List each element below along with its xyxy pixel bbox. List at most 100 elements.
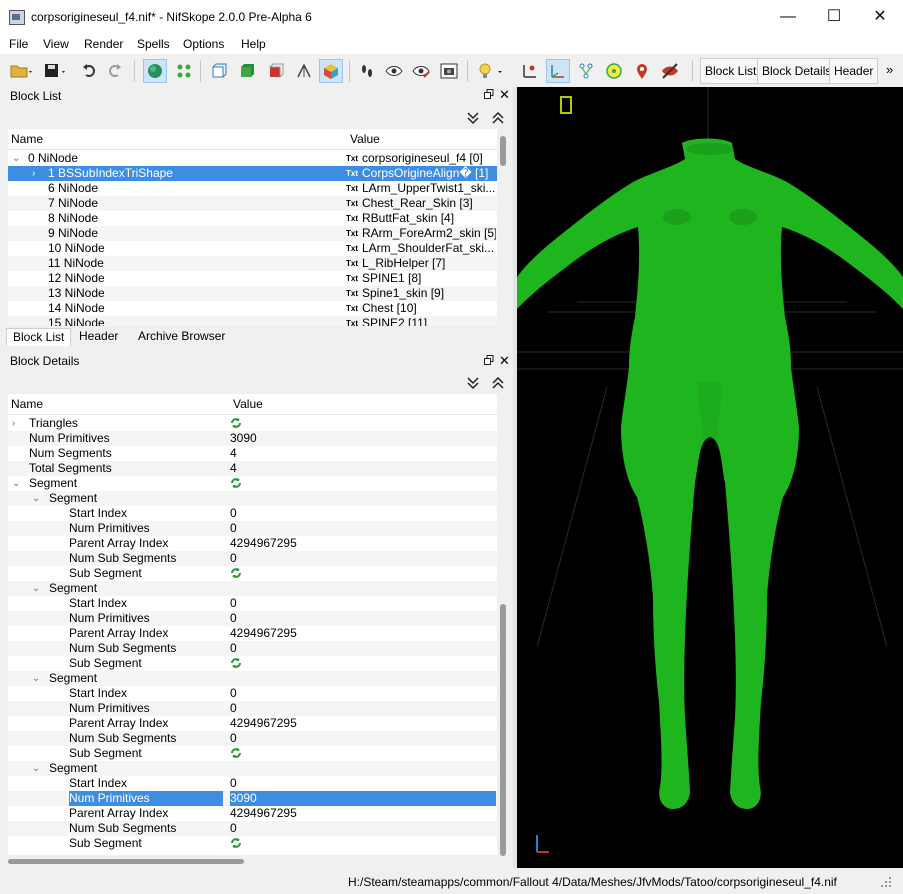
block-details-scroll-thumb[interactable] <box>500 604 506 856</box>
detail-row[interactable]: Num Primitives 0 <box>8 521 497 536</box>
detail-row[interactable]: Parent Array Index 4294967295 <box>8 626 497 641</box>
block-list-row[interactable]: 15 NiNode Txt SPINE2 [11] <box>8 316 497 326</box>
detail-row[interactable]: › Triangles <box>8 416 497 431</box>
detail-row[interactable]: Num Sub Segments 0 <box>8 731 497 746</box>
close-button[interactable]: ✕ <box>857 0 903 34</box>
detail-row[interactable]: ⌄ Segment <box>8 761 497 776</box>
undo-icon[interactable] <box>77 59 101 83</box>
expand-arrow-icon[interactable]: ⌄ <box>32 491 40 506</box>
detail-row[interactable]: ⌄ Segment <box>8 671 497 686</box>
maximize-button[interactable]: ☐ <box>811 0 857 34</box>
eye-edit-icon[interactable] <box>409 59 433 83</box>
detail-row[interactable]: ⌄ Segment <box>8 581 497 596</box>
textured-cube-icon[interactable] <box>264 59 288 83</box>
menu-view[interactable]: View <box>43 37 69 51</box>
block-details-toolbar-button[interactable]: Block Details <box>757 58 837 84</box>
collapse-arrow-icon[interactable]: › <box>12 416 15 431</box>
block-list-row[interactable]: 9 NiNode Txt RArm_ForeArm2_skin [5] <box>8 226 497 241</box>
axes-icon[interactable] <box>546 59 570 83</box>
detail-row[interactable]: Start Index 0 <box>8 776 497 791</box>
detail-row[interactable]: Num Sub Segments 0 <box>8 641 497 656</box>
tab-block-list[interactable]: Block List <box>6 328 72 346</box>
close-panel-icon[interactable]: ✕ <box>499 353 510 369</box>
block-list-row[interactable]: ⌄ 0 NiNode Txt corpsorigineseul_f4 [0] <box>8 151 497 166</box>
block-list-row[interactable]: 7 NiNode Txt Chest_Rear_Skin [3] <box>8 196 497 211</box>
block-list-row[interactable]: 10 NiNode Txt LArm_ShoulderFat_ski... <box>8 241 497 256</box>
block-list-row[interactable]: 13 NiNode Txt Spine1_skin [9] <box>8 286 497 301</box>
hide-icon[interactable] <box>658 59 682 83</box>
block-details-scrollbar[interactable] <box>499 416 507 856</box>
detail-row[interactable]: Start Index 0 <box>8 506 497 521</box>
block-list-row[interactable]: 8 NiNode Txt RButtFat_skin [4] <box>8 211 497 226</box>
detail-row[interactable]: ⌄ Segment <box>8 476 497 491</box>
detail-row[interactable]: Num Primitives 0 <box>8 611 497 626</box>
block-list-toolbar-button[interactable]: Block List <box>700 58 762 84</box>
block-list-row[interactable]: 14 NiNode Txt Chest [10] <box>8 301 497 316</box>
refresh-icon[interactable] <box>230 476 242 490</box>
name-column-header[interactable]: Name <box>11 397 43 411</box>
detail-row[interactable]: Num Segments 4 <box>8 446 497 461</box>
detail-row[interactable]: Num Sub Segments 0 <box>8 551 497 566</box>
menu-help[interactable]: Help <box>241 37 266 51</box>
collapse-all-icon[interactable] <box>467 376 479 393</box>
name-column-header[interactable]: Name <box>11 132 43 146</box>
expand-all-icon[interactable] <box>492 376 504 393</box>
refresh-icon[interactable] <box>230 656 242 670</box>
expand-arrow-icon[interactable]: ⌄ <box>32 761 40 776</box>
header-toolbar-button[interactable]: Header <box>829 58 879 84</box>
nodes-icon[interactable] <box>172 59 196 83</box>
skeleton-icon[interactable] <box>574 59 598 83</box>
expand-arrow-icon[interactable]: ⌄ <box>32 671 40 686</box>
collapse-arrow-icon[interactable]: › <box>32 166 35 181</box>
render-viewport[interactable] <box>517 87 903 868</box>
block-list-row[interactable]: › 1 BSSubIndexTriShape Txt CorpsOrigineAlig… <box>8 166 497 181</box>
detail-row[interactable]: Parent Array Index 4294967295 <box>8 716 497 731</box>
expand-arrow-icon[interactable]: ⌄ <box>12 151 20 166</box>
menu-options[interactable]: Options <box>183 37 224 51</box>
menu-render[interactable]: Render <box>84 37 123 51</box>
refresh-icon[interactable] <box>230 836 242 850</box>
detail-row[interactable]: Sub Segment <box>8 566 497 581</box>
expand-arrow-icon[interactable]: ⌄ <box>32 581 40 596</box>
detail-row[interactable]: Sub Segment <box>8 746 497 761</box>
detail-row[interactable]: Num Primitives 3090 <box>8 791 497 806</box>
expand-all-icon[interactable] <box>492 111 504 128</box>
detail-row[interactable]: Num Primitives 0 <box>8 701 497 716</box>
detail-row[interactable]: Start Index 0 <box>8 596 497 611</box>
close-panel-icon[interactable]: ✕ <box>499 87 510 103</box>
menu-file[interactable]: File <box>9 37 28 51</box>
eye-icon[interactable] <box>382 59 406 83</box>
save-icon[interactable] <box>42 59 70 83</box>
refresh-icon[interactable] <box>230 416 242 430</box>
float-icon[interactable] <box>484 355 494 368</box>
block-list-row[interactable]: 11 NiNode Txt L_RibHelper [7] <box>8 256 497 271</box>
refresh-icon[interactable] <box>230 746 242 760</box>
detail-row[interactable]: Num Primitives 3090 <box>8 431 497 446</box>
detail-row[interactable]: Parent Array Index 4294967295 <box>8 536 497 551</box>
detail-row[interactable]: Parent Array Index 4294967295 <box>8 806 497 821</box>
value-column-header[interactable]: Value <box>233 397 263 411</box>
map-pin-icon[interactable] <box>630 59 654 83</box>
solid-cube-icon[interactable] <box>235 59 259 83</box>
float-icon[interactable] <box>484 89 494 102</box>
axes-red-icon[interactable] <box>518 59 542 83</box>
tab-header[interactable]: Header <box>73 328 124 346</box>
detail-row[interactable]: Sub Segment <box>8 836 497 851</box>
footprints-icon[interactable] <box>355 59 379 83</box>
wireframe-cube-icon[interactable] <box>207 59 231 83</box>
detail-row[interactable]: ⌄ Segment <box>8 491 497 506</box>
toolbar-overflow-icon[interactable]: » <box>886 62 893 77</box>
open-icon[interactable] <box>8 59 36 83</box>
value-column-header[interactable]: Value <box>350 132 380 146</box>
redo-icon[interactable] <box>103 59 127 83</box>
minimize-button[interactable]: — <box>765 0 811 34</box>
screenshot-icon[interactable] <box>437 59 461 83</box>
detail-row[interactable]: Start Index 0 <box>8 686 497 701</box>
target-icon[interactable] <box>602 59 626 83</box>
block-list-row[interactable]: 12 NiNode Txt SPINE1 [8] <box>8 271 497 286</box>
menu-spells[interactable]: Spells <box>137 37 170 51</box>
detail-row[interactable]: Sub Segment <box>8 656 497 671</box>
colored-cube-icon[interactable] <box>319 59 343 83</box>
refresh-icon[interactable] <box>230 566 242 580</box>
expand-arrow-icon[interactable]: ⌄ <box>12 476 20 491</box>
